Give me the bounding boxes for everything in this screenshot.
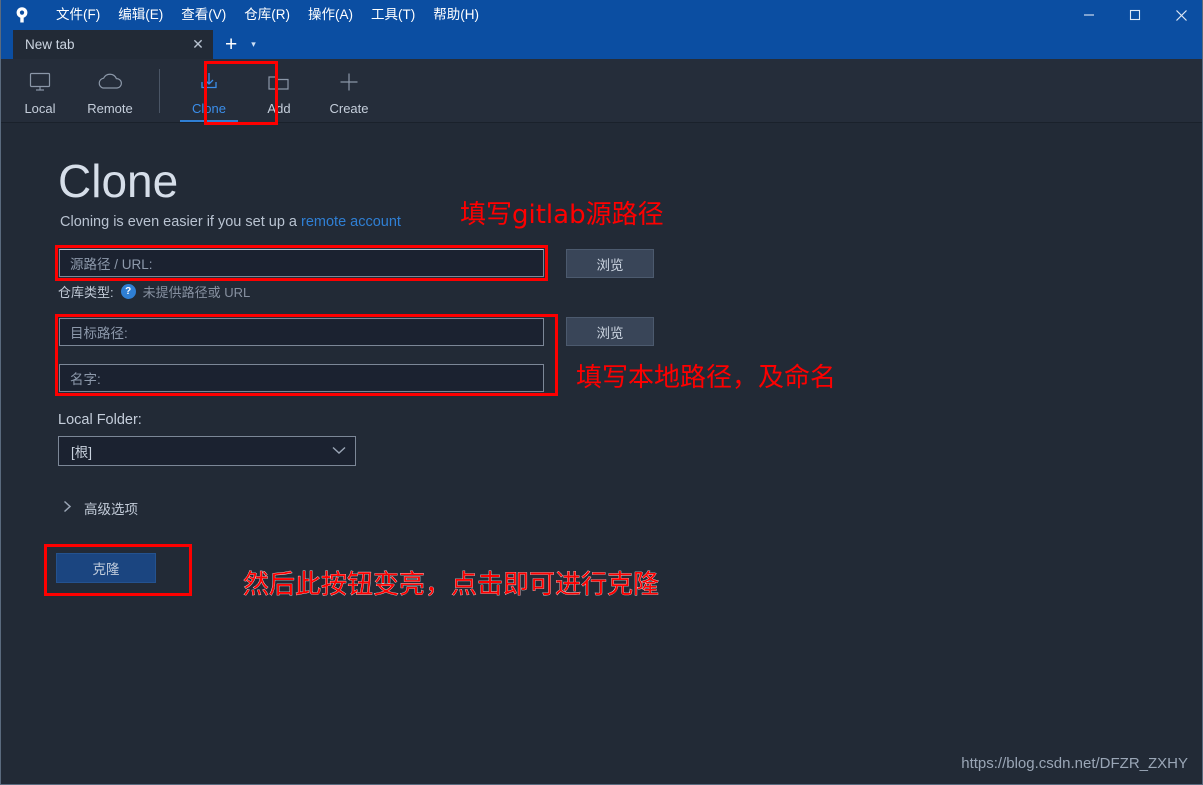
advanced-options-label: 高级选项 [84, 502, 138, 517]
toolbar-button-clone[interactable]: Clone [174, 59, 244, 122]
menu-item-tools[interactable]: 工具(T) [362, 4, 424, 26]
advanced-options-toggle[interactable]: 高级选项 [63, 498, 138, 518]
repo-type-message: 未提供路径或 URL [142, 285, 251, 300]
minimize-icon [1084, 14, 1094, 16]
chevron-down-icon [331, 445, 347, 458]
maximize-icon [1129, 9, 1141, 21]
toolbar-separator [159, 69, 160, 113]
toolbar-button-create[interactable]: Create [314, 59, 384, 121]
clone-button[interactable]: 克隆 [56, 553, 156, 583]
annotation-text-clone: 然后此按钮变亮，点击即可进行克隆 [243, 570, 660, 601]
menu-item-file[interactable]: 文件(F) [47, 4, 109, 26]
toolbar-label-add: Add [267, 101, 291, 116]
clone-panel: Clone Cloning is even easier if you set … [1, 61, 1202, 784]
local-folder-label: Local Folder: [58, 412, 142, 428]
chevron-right-icon [63, 500, 72, 516]
remote-account-link[interactable]: remote account [301, 214, 401, 230]
toolbar-button-remote[interactable]: Remote [75, 59, 145, 121]
minimize-button[interactable] [1066, 0, 1112, 30]
annotation-text-local: 填写本地路径，及命名 [576, 363, 837, 393]
toolbar-label-remote: Remote [87, 101, 133, 116]
menu-item-edit[interactable]: 编辑(E) [109, 4, 172, 26]
local-folder-value: [根] [71, 445, 93, 460]
destination-path-placeholder: 目标路径: [70, 326, 128, 341]
source-path-input[interactable]: 源路径 / URL: [59, 249, 544, 277]
plus-icon [338, 69, 360, 95]
tab-list-dropdown-icon[interactable]: ▾ [251, 39, 256, 50]
toolbar-button-local[interactable]: Local [5, 59, 75, 121]
tab-label: New tab [25, 37, 75, 52]
close-icon [1175, 9, 1187, 21]
active-tab-underline [180, 120, 238, 122]
destination-path-input[interactable]: 目标路径: [59, 318, 544, 346]
subtitle-text: Cloning is even easier if you set up a [60, 214, 301, 230]
annotation-text-source: 填写gitlab源路径 [460, 200, 664, 230]
tab-close-icon[interactable]: ✕ [187, 36, 209, 53]
maximize-button[interactable] [1112, 0, 1158, 30]
sourcetree-window: 文件(F) 编辑(E) 查看(V) 仓库(R) 操作(A) 工具(T) 帮助(H… [0, 0, 1203, 785]
cloud-icon [97, 69, 123, 95]
source-browse-button[interactable]: 浏览 [566, 249, 654, 278]
page-title: Clone [58, 155, 179, 207]
watermark-url: https://blog.csdn.net/DFZR_ZXHY [961, 755, 1188, 772]
tab-strip: New tab ✕ + ▾ [1, 30, 1202, 59]
download-icon [198, 69, 220, 95]
menu-item-actions[interactable]: 操作(A) [299, 4, 362, 26]
folder-icon [267, 69, 291, 95]
sourcetree-logo-icon [7, 0, 37, 30]
menu-bar: 文件(F) 编辑(E) 查看(V) 仓库(R) 操作(A) 工具(T) 帮助(H… [47, 0, 488, 30]
repo-type-label: 仓库类型: [58, 285, 114, 300]
menu-item-view[interactable]: 查看(V) [172, 4, 235, 26]
repo-type-row: 仓库类型: ? 未提供路径或 URL [58, 282, 250, 301]
main-toolbar: Local Remote Clone Add Create [1, 59, 1202, 123]
menu-item-help[interactable]: 帮助(H) [424, 4, 488, 26]
close-button[interactable] [1158, 0, 1202, 30]
question-mark-icon[interactable]: ? [120, 284, 136, 299]
menu-item-repository[interactable]: 仓库(R) [235, 4, 299, 26]
source-path-placeholder: 源路径 / URL: [70, 257, 153, 272]
local-folder-select[interactable]: [根] [58, 436, 356, 466]
toolbar-label-create: Create [329, 101, 369, 116]
toolbar-label-local: Local [24, 101, 56, 116]
tab-new-tab[interactable]: New tab ✕ [13, 30, 213, 59]
window-controls [1066, 0, 1202, 30]
new-tab-button[interactable]: + [217, 34, 245, 55]
name-input[interactable]: 名字: [59, 364, 544, 392]
title-bar: 文件(F) 编辑(E) 查看(V) 仓库(R) 操作(A) 工具(T) 帮助(H… [1, 0, 1202, 30]
destination-browse-button[interactable]: 浏览 [566, 317, 654, 346]
monitor-icon [29, 69, 51, 95]
name-placeholder: 名字: [70, 372, 101, 387]
page-subtitle: Cloning is even easier if you set up a r… [60, 214, 401, 230]
toolbar-label-clone: Clone [192, 101, 226, 116]
toolbar-button-add[interactable]: Add [244, 59, 314, 121]
